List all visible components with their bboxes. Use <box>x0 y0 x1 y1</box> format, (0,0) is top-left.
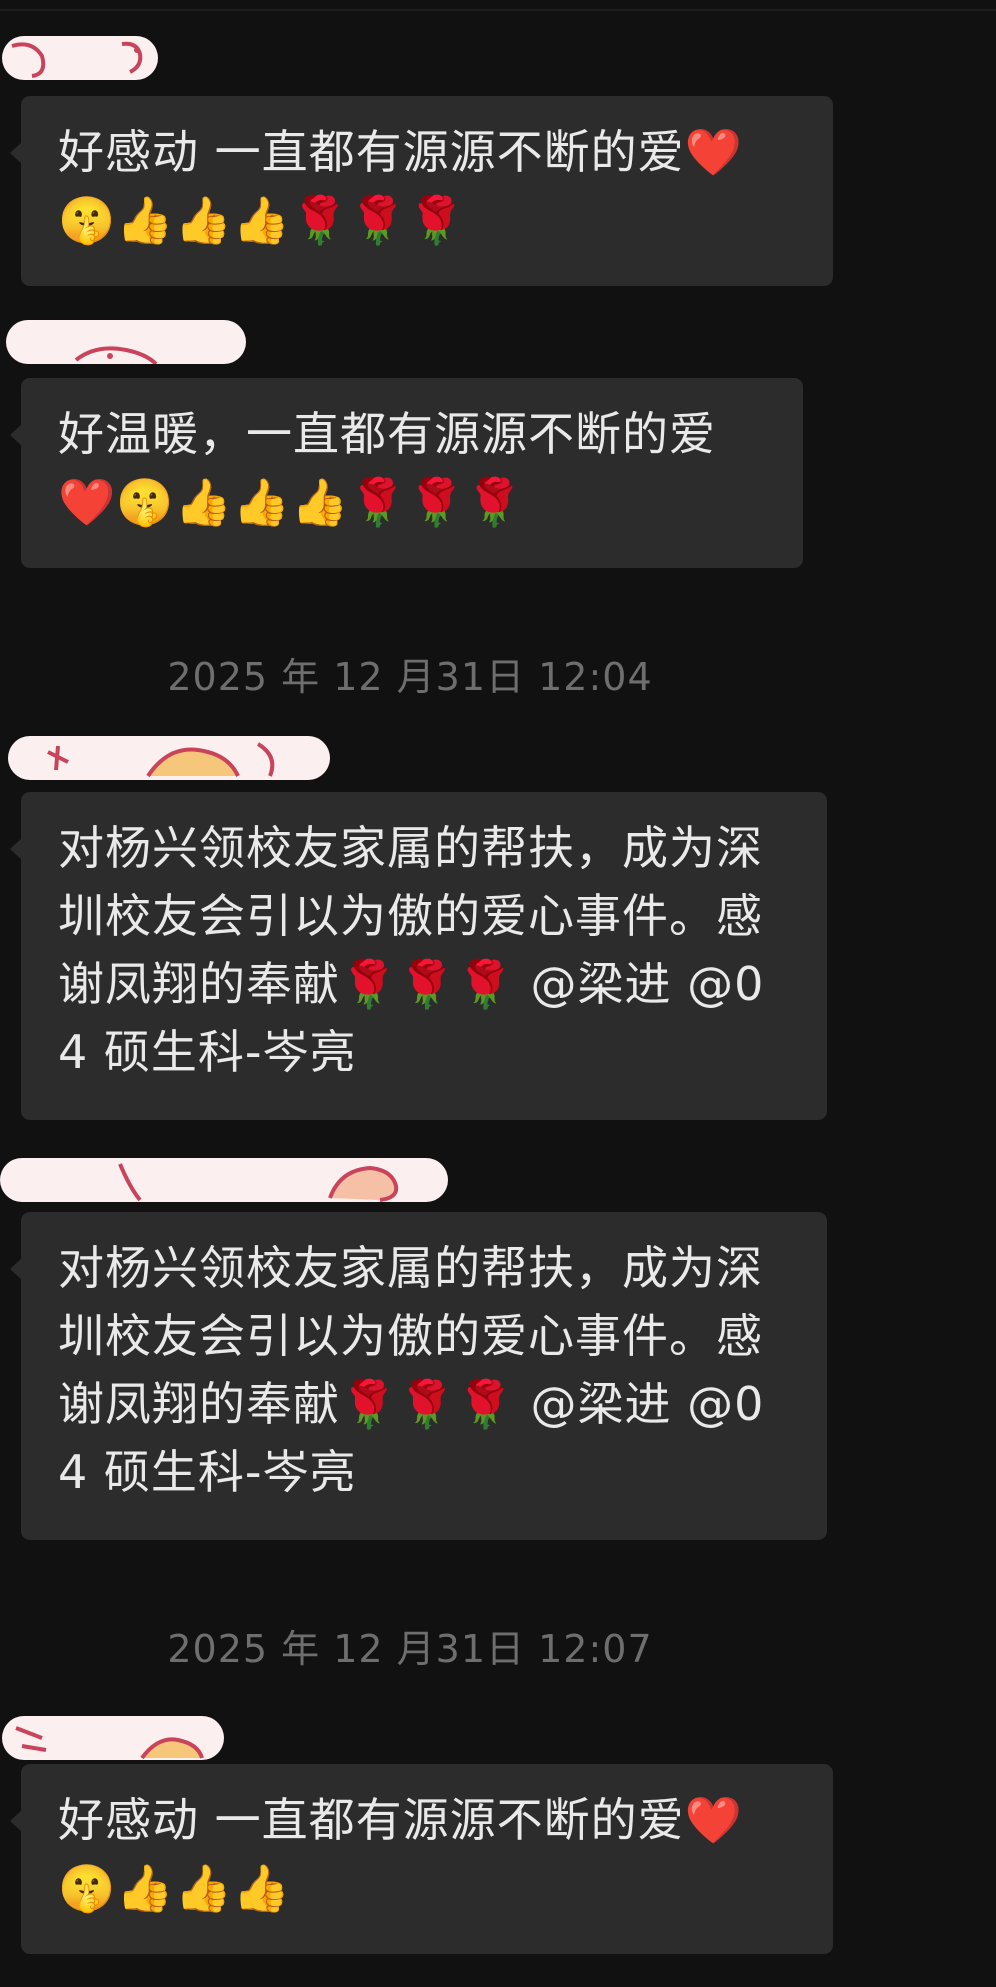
message-bubble[interactable]: 好感动 一直都有源源不断的爱❤️🤫👍👍👍🌹🌹🌹 <box>10 96 833 286</box>
message-bubble[interactable]: 对杨兴领校友家属的帮扶，成为深圳校友会引以为傲的爱心事件。感谢凤翔的奉献🌹🌹🌹 … <box>10 1212 827 1540</box>
sender-tag-doodle <box>11 41 143 78</box>
message-bubble[interactable]: 好温暖，一直都有源源不断的爱❤️🤫👍👍👍🌹🌹🌹 <box>10 378 803 568</box>
timestamp: 2025 年 12 月31日 12:07 <box>167 1627 653 1671</box>
sender-name-redacted <box>2 36 158 80</box>
timestamp: 2025 年 12 月31日 12:04 <box>167 655 653 699</box>
sender-name-redacted <box>2 1716 224 1760</box>
sender-tag-doodle <box>74 346 158 364</box>
sender-name-redacted <box>6 320 246 364</box>
sender-tag-doodle <box>15 1726 204 1760</box>
sender-name-redacted <box>0 1158 448 1202</box>
message-text: 对杨兴领校友家属的帮扶，成为深圳校友会引以为傲的爱心事件。感谢凤翔的奉献🌹🌹🌹 … <box>58 1241 765 1499</box>
sender-tag-doodle <box>47 742 275 778</box>
message-text: 好感动 一直都有源源不断的爱❤️🤫👍👍👍 <box>58 1793 743 1915</box>
message-text: 好温暖，一直都有源源不断的爱❤️🤫👍👍👍🌹🌹🌹 <box>58 407 716 529</box>
sender-name-redacted <box>8 736 330 780</box>
top-divider <box>0 9 996 11</box>
message-bubble[interactable]: 好感动 一直都有源源不断的爱❤️🤫👍👍👍 <box>10 1764 833 1954</box>
message-text: 对杨兴领校友家属的帮扶，成为深圳校友会引以为傲的爱心事件。感谢凤翔的奉献🌹🌹🌹 … <box>58 821 765 1079</box>
message-bubble[interactable]: 对杨兴领校友家属的帮扶，成为深圳校友会引以为傲的爱心事件。感谢凤翔的奉献🌹🌹🌹 … <box>10 792 827 1120</box>
message-text: 好感动 一直都有源源不断的爱❤️🤫👍👍👍🌹🌹🌹 <box>58 125 743 247</box>
sender-tag-doodle <box>118 1163 399 1202</box>
